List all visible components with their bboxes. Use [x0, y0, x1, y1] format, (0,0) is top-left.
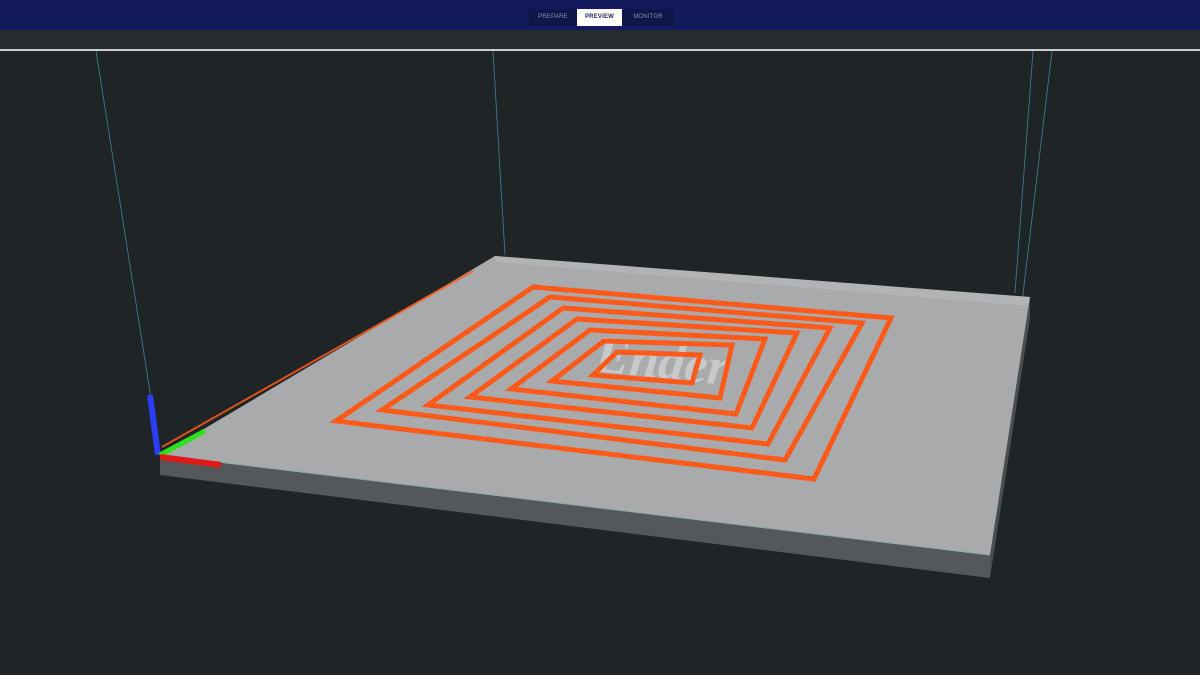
tab-monitor[interactable]: MONITOR	[622, 9, 674, 26]
build-plate: Ender	[159, 256, 1030, 578]
z-axis-line	[147, 394, 161, 456]
3d-viewport[interactable]: Ender	[0, 51, 1200, 675]
tab-prepare[interactable]: PREPARE	[529, 9, 577, 26]
secondary-toolbar	[0, 30, 1200, 49]
top-toolbar: PREPARE PREVIEW MONITOR	[0, 0, 1200, 30]
tab-preview[interactable]: PREVIEW	[577, 9, 622, 26]
stage-tabs: PREPARE PREVIEW MONITOR	[529, 9, 674, 26]
